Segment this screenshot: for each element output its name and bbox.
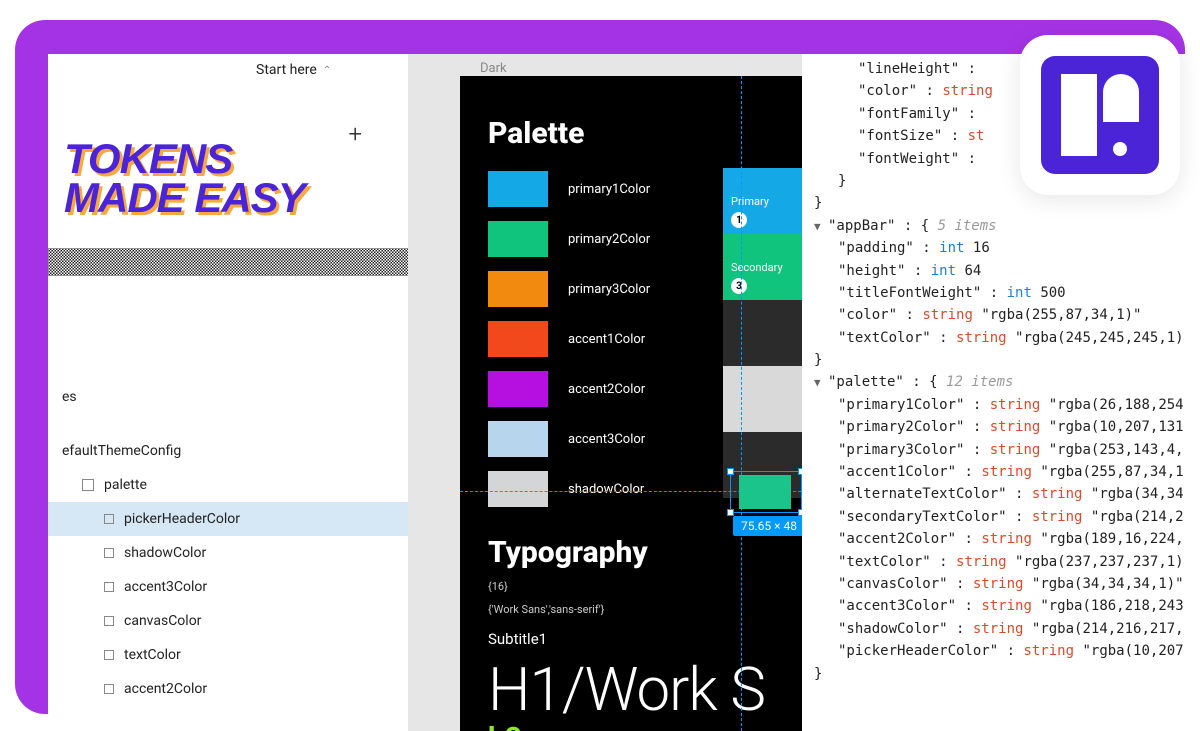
rectangle-icon (104, 582, 114, 592)
code-line: "canvasColor" : string "rgba(34,34,34,1)… (814, 573, 1200, 595)
layer-label: accent2Color (124, 681, 207, 697)
swatch-label: accent2Color (568, 382, 645, 397)
swatch-label: accent3Color (568, 432, 645, 447)
chip-label: Secondary (731, 261, 783, 274)
rectangle-icon (104, 616, 114, 626)
code-line: "height" : int 64 (814, 260, 1200, 282)
layer-label: accent3Color (124, 579, 207, 595)
code-line: "secondaryTextColor" : string "rgba(214,… (814, 506, 1200, 528)
code-line: "textColor" : string "rgba(237,237,237,1… (814, 551, 1200, 573)
rectangle-icon (104, 514, 114, 524)
chip-badge: 1 (731, 212, 747, 228)
layers-panel: Start here ⌃ + TOKENS MADE EASY es efaul… (48, 54, 408, 731)
swatch-label: accent1Color (568, 332, 645, 347)
color-swatch[interactable] (488, 221, 548, 257)
code-line: } (814, 663, 1200, 685)
layer-row-root[interactable]: es (48, 380, 408, 414)
layer-row-palette[interactable]: palette (48, 468, 408, 502)
selected-swatch[interactable] (739, 475, 791, 509)
layer-row[interactable]: accent3Color (48, 570, 408, 604)
typography-family-note: {'Work Sans','sans-serif'} (488, 603, 774, 616)
chip-badge: 3 (731, 278, 747, 294)
code-line: "alternateTextColor" : string "rgba(34,3… (814, 483, 1200, 505)
rectangle-icon (104, 650, 114, 660)
color-swatch[interactable] (488, 171, 548, 207)
page-selector-label: Start here (256, 62, 317, 78)
code-line: "padding" : int 16 (814, 237, 1200, 259)
chevron-up-down-icon: ⌃ (323, 65, 331, 76)
layer-label: palette (104, 477, 147, 493)
color-swatch[interactable] (488, 421, 548, 457)
hero-title: TOKENS MADE EASY (64, 140, 305, 217)
typography-h1-sample: H1/Work S (488, 654, 774, 725)
swatch-label: primary3Color (568, 282, 650, 297)
canvas[interactable]: Dark Palette primary1Color primary2Color p… (408, 54, 802, 731)
swatch-label: primary2Color (568, 232, 650, 247)
code-line: "titleFontWeight" : int 500 (814, 282, 1200, 304)
page-selector[interactable]: Start here ⌃ (256, 62, 331, 78)
color-chip[interactable]: Secondary 3 (723, 234, 802, 300)
selection-outline[interactable] (730, 471, 802, 513)
resize-handle-icon[interactable] (727, 468, 734, 475)
frame-icon (82, 479, 94, 491)
code-line: "pickerHeaderColor" : string "rgba(10,20… (814, 640, 1200, 662)
swatch-label: primary1Color (568, 182, 650, 197)
color-swatch[interactable] (488, 271, 548, 307)
code-line: "accent3Color" : string "rgba(186,218,24… (814, 595, 1200, 617)
code-line: "color" : string "rgba(255,87,34,1)" (814, 304, 1200, 326)
chip-label: Primary (731, 195, 769, 208)
decorative-noise (48, 248, 408, 276)
color-chip[interactable] (723, 300, 802, 366)
color-swatch[interactable] (488, 471, 548, 507)
code-line: } (814, 349, 1200, 371)
code-line: "shadowColor" : string "rgba(214,216,217… (814, 618, 1200, 640)
layer-label: pickerHeaderColor (124, 511, 240, 527)
swatch-label: shadowColor (568, 482, 644, 497)
rectangle-icon (104, 548, 114, 558)
artboard-dark[interactable]: Palette primary1Color primary2Color primar… (460, 76, 802, 731)
palette-heading: Palette (488, 116, 774, 151)
artboard-label: Dark (480, 61, 507, 76)
code-line: "primary2Color" : string "rgba(10,207,13… (814, 416, 1200, 438)
selection-size-badge: 75.65 × 48 (733, 516, 802, 536)
layer-label: shadowColor (124, 545, 206, 561)
color-chip[interactable]: Primary 1 (723, 168, 802, 234)
code-line: "accent2Color" : string "rgba(189,16,224… (814, 528, 1200, 550)
layer-row-config[interactable]: efaultThemeConfig (48, 434, 408, 468)
code-line: "primary1Color" : string "rgba(26,188,25… (814, 394, 1200, 416)
code-line: "accent1Color" : string "rgba(255,87,34,… (814, 461, 1200, 483)
layer-label: textColor (124, 647, 181, 663)
typography-heading: Typography (488, 535, 774, 570)
rectangle-icon (104, 684, 114, 694)
layer-row[interactable]: pickerHeaderColor (48, 502, 408, 536)
layer-row[interactable]: canvasColor (48, 604, 408, 638)
typography-subtitle: Subtitle1 (488, 630, 774, 648)
typography-size-note: {16} (488, 580, 774, 593)
code-line: "primary3Color" : string "rgba(253,143,4… (814, 439, 1200, 461)
layer-label: es (62, 389, 77, 405)
add-page-button[interactable]: + (348, 120, 362, 148)
hero-title-line2: MADE EASY (64, 174, 305, 221)
layer-row[interactable]: accent2Color (48, 672, 408, 706)
color-swatch[interactable] (488, 371, 548, 407)
color-swatch[interactable] (488, 321, 548, 357)
guide-vertical (741, 76, 742, 731)
layer-row[interactable]: textColor (48, 638, 408, 672)
chip-stack: Primary 1 Secondary 3 (723, 168, 802, 498)
code-object-header[interactable]: ▼"palette" : { 12 items (814, 371, 1200, 393)
code-object-header[interactable]: ▼"appBar" : { 5 items (814, 215, 1200, 237)
layer-label: canvasColor (124, 613, 201, 629)
layer-row[interactable]: shadowColor (48, 536, 408, 570)
layers-tree: es efaultThemeConfig palette pickerHeade… (48, 380, 408, 706)
code-line: "textColor" : string "rgba(245,245,245,1… (814, 327, 1200, 349)
color-chip[interactable] (723, 366, 802, 432)
layer-label: efaultThemeConfig (62, 443, 181, 459)
app-logo (1020, 35, 1180, 195)
resize-handle-icon[interactable] (727, 509, 734, 516)
app-logo-icon (1041, 56, 1159, 174)
